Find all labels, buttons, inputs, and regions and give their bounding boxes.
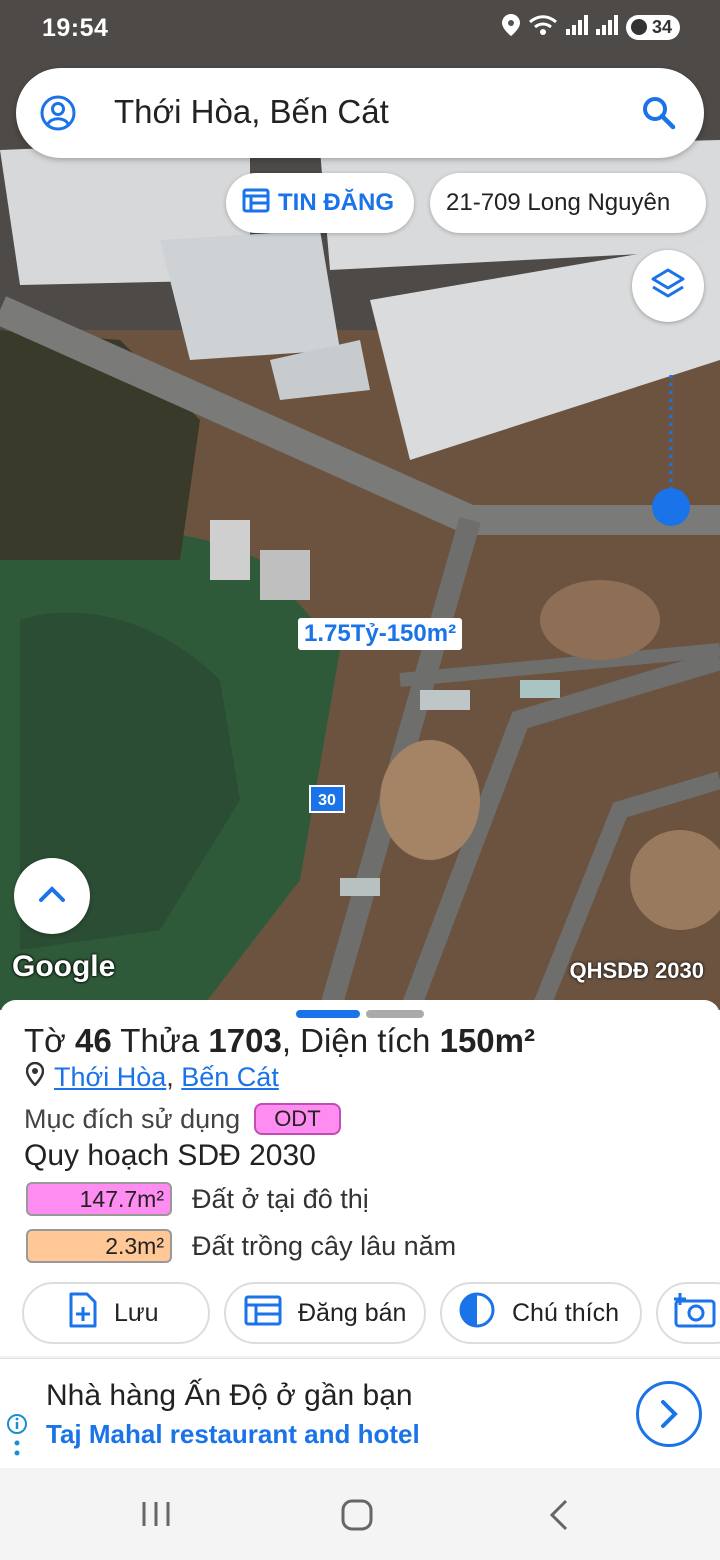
battery-indicator: 34 [625, 15, 680, 40]
listings-chip-label: TIN ĐĂNG [278, 189, 394, 216]
ad-info-icon[interactable] [6, 1413, 28, 1466]
plan-item-label: Đất ở tại đô thị [192, 1183, 369, 1214]
wifi-icon [528, 15, 558, 40]
plan-item: 147.7m² Đất ở tại đô thị [26, 1182, 369, 1216]
listing-icon [244, 1294, 282, 1333]
contrast-icon [458, 1291, 496, 1336]
location-status-icon [501, 14, 520, 41]
address-chip-label: 21-709 Long Nguyên [446, 189, 671, 216]
satellite-map[interactable]: 30 19:54 34 Thới Hòa, Bến Cát TIN ĐĂNG 2… [0, 0, 720, 1010]
parcel-location: Thới Hòa, Bến Cát [25, 1061, 279, 1093]
area-label: , Diện tích [281, 1022, 431, 1059]
listing-price-label[interactable]: 1.75Tỷ-150m² [298, 618, 463, 650]
recents-icon[interactable] [140, 1498, 172, 1535]
signal-icon [565, 15, 588, 40]
plan-item: 2.3m² Đất trồng cây lâu năm [26, 1229, 456, 1263]
parcel-area: 150m² [439, 1022, 535, 1059]
camera-button[interactable] [656, 1282, 720, 1344]
plan-item-area: 2.3m² [26, 1229, 172, 1263]
svg-text:30: 30 [318, 792, 336, 809]
google-attribution: Google [12, 950, 116, 983]
add-file-icon [68, 1292, 98, 1335]
sheet-handle[interactable] [366, 1010, 424, 1018]
sheet-label: Tờ [24, 1022, 66, 1059]
sheet-handle-active[interactable] [296, 1010, 360, 1018]
back-icon[interactable] [546, 1498, 572, 1537]
parcel-title: Tờ 46 Thửa 1703, Diện tích 150m² [24, 1022, 535, 1060]
search-icon[interactable] [640, 94, 678, 132]
plan-title: Quy hoạch SDĐ 2030 [24, 1139, 316, 1172]
save-button-label: Lưu [114, 1298, 159, 1327]
account-circle-icon[interactable] [40, 95, 76, 131]
add-photo-icon [672, 1292, 716, 1335]
ad-title[interactable]: Nhà hàng Ấn Độ ở gần bạn [46, 1379, 413, 1413]
search-query[interactable]: Thới Hòa, Bến Cát [114, 93, 389, 131]
status-bar: 19:54 34 [0, 0, 720, 58]
sheet-number: 46 [74, 1022, 112, 1059]
save-button[interactable]: Lưu [22, 1282, 210, 1344]
district-link[interactable]: Bến Cát [181, 1062, 279, 1092]
listings-chip[interactable]: TIN ĐĂNG [226, 173, 414, 233]
purpose-badge: ODT [254, 1103, 341, 1135]
plan-item-label: Đất trồng cây lâu năm [192, 1230, 457, 1261]
home-icon[interactable] [340, 1498, 374, 1537]
land-use-purpose: Mục đích sử dụng ODT [24, 1103, 341, 1135]
chevron-up-icon [38, 885, 66, 908]
layers-icon [650, 266, 686, 307]
legend-button[interactable]: Chú thích [440, 1282, 642, 1344]
ad-subtitle[interactable]: Taj Mahal restaurant and hotel [46, 1419, 420, 1450]
system-nav-bar [0, 1468, 720, 1560]
post-button-label: Đăng bán [298, 1298, 407, 1327]
status-time: 19:54 [42, 14, 109, 42]
address-chip[interactable]: 21-709 Long Nguyên [430, 173, 706, 233]
plan-item-area: 147.7m² [26, 1182, 172, 1216]
search-bar[interactable]: Thới Hòa, Bến Cát [16, 68, 704, 158]
pin-icon [25, 1061, 45, 1093]
plot-label: Thửa [120, 1022, 200, 1059]
signal-icon-2 [595, 15, 618, 40]
expand-button[interactable] [14, 858, 90, 934]
plan-layer-label: QHSDĐ 2030 [569, 958, 704, 983]
post-for-sale-button[interactable]: Đăng bán [224, 1282, 426, 1344]
ward-link[interactable]: Thới Hòa [54, 1062, 166, 1092]
listings-icon [242, 187, 270, 220]
plot-number: 1703 [208, 1022, 282, 1059]
battery-level: 34 [651, 17, 672, 37]
ad-open-button[interactable] [636, 1381, 702, 1447]
parcel-info-sheet: Tờ 46 Thửa 1703, Diện tích 150m² Thới Hò… [0, 1000, 720, 1356]
ad-banner[interactable]: Nhà hàng Ấn Độ ở gần bạn Taj Mahal resta… [0, 1358, 720, 1468]
chevron-right-icon [661, 1400, 678, 1428]
legend-button-label: Chú thích [512, 1298, 620, 1327]
layers-button[interactable] [632, 250, 704, 322]
purpose-label: Mục đích sử dụng [24, 1103, 241, 1134]
